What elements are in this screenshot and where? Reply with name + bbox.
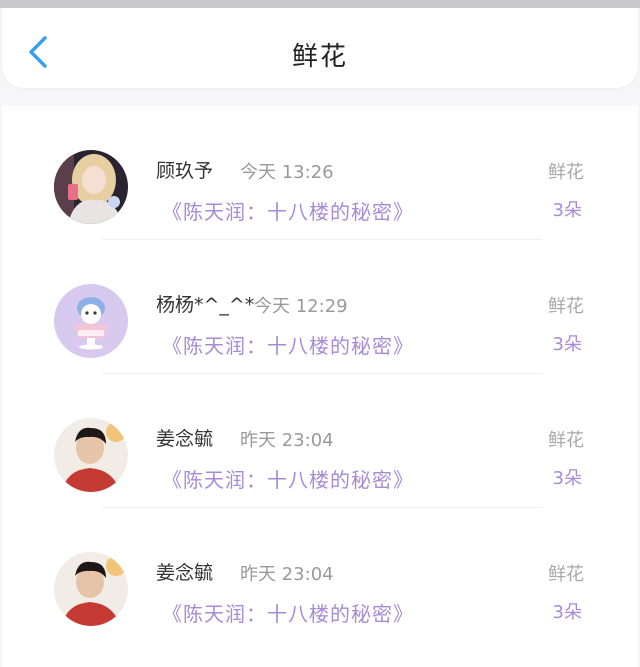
timestamp: 今天 13:26 — [240, 162, 334, 183]
book-title-link[interactable]: 《陈天润：十八楼的秘密》 — [162, 330, 414, 359]
gift-type-label: 鲜花 — [548, 430, 584, 451]
timestamp: 昨天 23:04 — [240, 564, 334, 585]
header-bar: 鲜花 — [2, 8, 638, 88]
book-title-link[interactable]: 《陈天润：十八楼的秘密》 — [162, 196, 414, 225]
status-strip — [0, 0, 640, 8]
timestamp: 昨天 23:04 — [240, 430, 334, 451]
user-name: 姜念毓 — [156, 428, 214, 450]
user-name: 姜念毓 — [156, 562, 214, 584]
flower-count: 3朵 — [552, 200, 582, 221]
flower-count: 3朵 — [552, 602, 582, 623]
gift-type-label: 鲜花 — [548, 296, 584, 317]
avatar[interactable] — [54, 552, 128, 626]
timestamp: 今天 12:29 — [254, 296, 348, 317]
list-item[interactable]: 杨杨*^_^* 今天 12:29 鲜花 《陈天润：十八楼的秘密》 3朵 — [2, 240, 638, 374]
avatar-photo-boy-red-shirt-icon — [54, 552, 128, 626]
user-name: 杨杨*^_^* — [156, 294, 255, 316]
avatar-cartoon-cat-dessert-icon — [54, 284, 128, 358]
gift-type-label: 鲜花 — [548, 162, 584, 183]
list-item[interactable]: 姜念毓 昨天 23:04 鲜花 《陈天润：十八楼的秘密》 3朵 — [2, 374, 638, 508]
avatar[interactable] — [54, 284, 128, 358]
page-title: 鲜花 — [291, 42, 348, 72]
user-name: 顾玖予 — [156, 160, 214, 182]
list-item[interactable]: 姜念毓 昨天 23:04 鲜花 《陈天润：十八楼的秘密》 3朵 — [2, 508, 638, 642]
avatar-photo-blonde-girl-icon — [54, 150, 128, 224]
flower-count: 3朵 — [552, 468, 582, 489]
gift-type-label: 鲜花 — [548, 564, 584, 585]
flower-count: 3朵 — [552, 334, 582, 355]
list-item[interactable]: 顾玖予 今天 13:26 鲜花 《陈天润：十八楼的秘密》 3朵 — [2, 106, 638, 240]
flower-record-list: 顾玖予 今天 13:26 鲜花 《陈天润：十八楼的秘密》 3朵 杨杨*^_^* … — [2, 106, 638, 667]
avatar[interactable] — [54, 150, 128, 224]
book-title-link[interactable]: 《陈天润：十八楼的秘密》 — [162, 598, 414, 627]
avatar-photo-boy-red-shirt-icon — [54, 418, 128, 492]
book-title-link[interactable]: 《陈天润：十八楼的秘密》 — [162, 464, 414, 493]
avatar[interactable] — [54, 418, 128, 492]
